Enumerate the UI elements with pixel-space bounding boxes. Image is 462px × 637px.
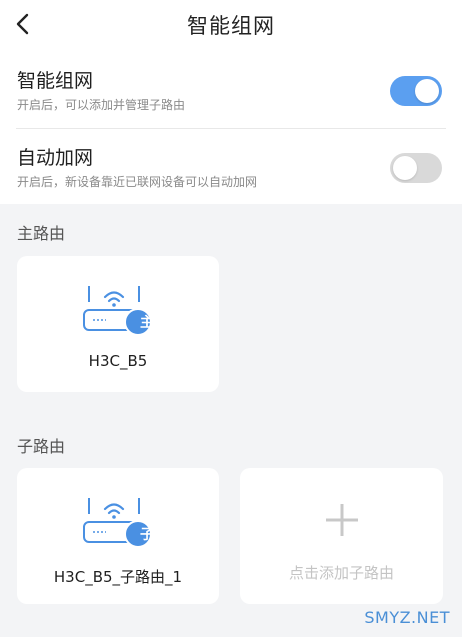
setting-smart-mesh: 智能组网 开启后，可以添加并管理子路由 [0,52,462,128]
setting-auto-join: 自动加网 开启后，新设备靠近已联网设备可以自动加网 [0,129,462,205]
sub-router-card[interactable]: 子 H3C_B5_子路由_1 [17,468,219,604]
auto-join-toggle[interactable] [390,153,442,183]
settings-panel: 智能组网 开启后，可以添加并管理子路由 自动加网 开启后，新设备靠近已联网设备可… [0,52,462,204]
smart-mesh-toggle[interactable] [390,76,442,106]
setting-title: 自动加网 [17,147,94,169]
page-title: 智能组网 [187,14,275,38]
sub-router-name: H3C_B5_子路由_1 [53,568,183,586]
sub-badge-text: 子 [140,527,154,543]
main-router-section-label: 主路由 [17,224,66,243]
add-sub-router-card[interactable]: 点击添加子路由 [240,468,443,604]
sub-router-section-label: 子路由 [17,437,66,456]
watermark-text: SMYZ.NET [364,608,450,627]
main-router-name: H3C_B5 [88,352,148,370]
main-router-card[interactable]: 主 H3C_B5 [17,256,219,392]
add-sub-router-label: 点击添加子路由 [288,564,394,582]
app-header: 智能组网 [0,0,462,52]
setting-title: 智能组网 [17,70,94,92]
toggle-knob [393,156,417,180]
toggle-knob [415,79,439,103]
plus-icon [325,504,358,536]
setting-description: 开启后，可以添加并管理子路由 [17,98,186,112]
setting-description: 开启后，新设备靠近已联网设备可以自动加网 [17,175,258,189]
main-badge-text: 主 [140,315,154,331]
